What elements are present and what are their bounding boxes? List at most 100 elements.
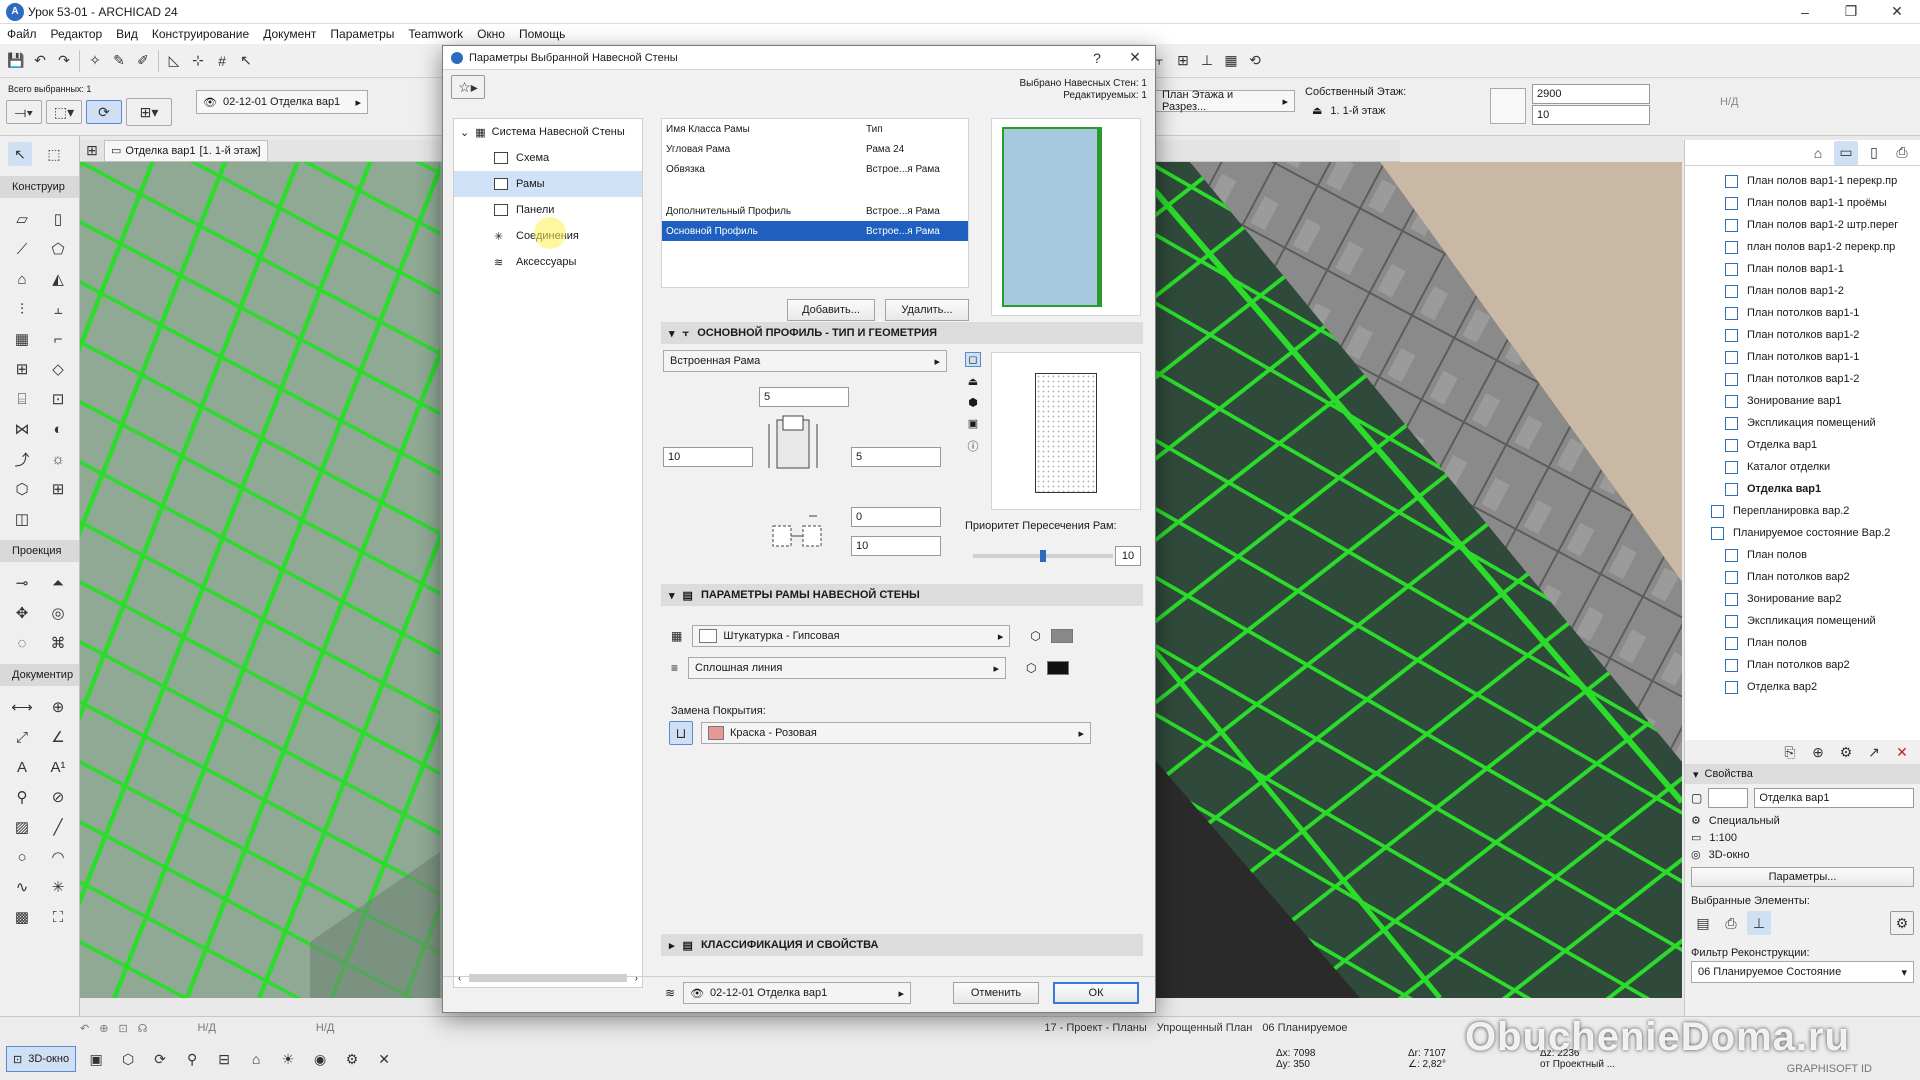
close-window-button[interactable]: ✕ [1874, 0, 1920, 24]
elevation-tool-icon[interactable]: ⏶ [40, 570, 76, 596]
delete-icon[interactable]: ✕ [1890, 740, 1914, 764]
arrow-tool-icon[interactable]: ↖ [8, 142, 32, 166]
circle-tool-icon[interactable]: ○ [4, 844, 40, 870]
layout-book-icon[interactable]: ▯ [1862, 141, 1886, 165]
settings-box-icon[interactable]: ⚙ [1890, 911, 1914, 935]
open-icon[interactable]: ↗ [1862, 740, 1886, 764]
height-field[interactable]: 2900 [1532, 84, 1650, 104]
beam-tool-icon[interactable]: ⟋ [4, 236, 40, 262]
tab-overview-icon[interactable]: ⊞ [80, 139, 104, 163]
skylight-tool-icon[interactable]: ◇ [40, 356, 76, 382]
publisher-icon[interactable]: ⎙ [1890, 141, 1914, 165]
delete-button[interactable]: Удалить... [885, 299, 969, 321]
orbit-icon[interactable]: ⟳ [148, 1047, 172, 1071]
cancel-button[interactable]: Отменить [953, 982, 1039, 1004]
navigator-item[interactable]: План потолков вар2 [1725, 654, 1920, 676]
priority-slider[interactable] [973, 550, 1113, 562]
magic-wand-icon[interactable]: ✧ [83, 49, 107, 73]
sun-icon[interactable]: ☀ [276, 1047, 300, 1071]
navigator-item[interactable]: План потолков вар1-1 [1725, 302, 1920, 324]
snap-icon[interactable]: ⊹ [186, 49, 210, 73]
railing-tool-icon[interactable]: ⫠ [40, 296, 76, 322]
home-story-value[interactable]: 1. 1-й этаж [1330, 105, 1385, 117]
section-tool-icon[interactable]: ⊸ [4, 570, 40, 596]
navigator-item[interactable]: План полов [1725, 544, 1920, 566]
figure-tool-icon[interactable]: ▩ [4, 904, 40, 930]
navigator-item[interactable]: План полов вар1-2 [1725, 280, 1920, 302]
grid-snap-icon[interactable]: # [210, 49, 234, 73]
dialog-close-button[interactable]: ✕ [1115, 46, 1155, 70]
toolbox-section-document[interactable]: Документир [0, 664, 79, 686]
pick-up-icon[interactable]: ✎ [107, 49, 131, 73]
navigator-item[interactable]: Планируемое состояние Вар.2 [1711, 522, 1920, 544]
table-row[interactable]: Угловая Рама Рама 24 [662, 139, 968, 159]
add-button[interactable]: Добавить... [787, 299, 875, 321]
zoom-field[interactable]: Н/Д [197, 1022, 215, 1034]
save-icon[interactable]: 💾 [4, 49, 28, 73]
tree-item-frames[interactable]: Рамы [454, 171, 642, 197]
table-row[interactable]: Дополнительный Профиль Встрое...я Рама [662, 201, 968, 221]
hotspot-tool-icon[interactable]: ✳ [40, 874, 76, 900]
redo-icon[interactable]: ↷ [52, 49, 76, 73]
cube-outline-icon[interactable]: ⬡ [1030, 629, 1040, 643]
navigator-item[interactable]: Перепланировка вар.2 [1711, 500, 1920, 522]
angle-dim-tool-icon[interactable]: ∠ [40, 724, 76, 750]
undo-icon[interactable]: ↶ [28, 49, 52, 73]
opening-tool-icon[interactable]: ◫ [4, 506, 40, 532]
settings-icon[interactable]: ⊞▾ [126, 98, 172, 126]
menu-view[interactable]: Вид [109, 24, 145, 44]
fill-ref-tool-icon[interactable]: ⊘ [40, 784, 76, 810]
layer-combo[interactable]: 👁 02-12-01 Отделка вар1 ▸ [196, 90, 368, 114]
marker-icon[interactable]: ⊥ [1747, 911, 1771, 935]
tree-root[interactable]: ⌄ ▦ Система Навесной Стены [454, 119, 642, 145]
object-tool-icon[interactable]: ⌸ [4, 386, 40, 412]
tree-item-accessories[interactable]: ≋ Аксессуары [454, 249, 642, 275]
lamp-tool-icon[interactable]: ☼ [40, 446, 76, 472]
selection-method-icon[interactable]: ⬚▾ [46, 100, 82, 124]
fill-tool-icon[interactable]: ▨ [4, 814, 40, 840]
3d-box-icon[interactable]: ⬢ [968, 396, 978, 409]
scroll-right-icon[interactable]: › [635, 973, 638, 984]
measure-icon[interactable]: ✕ [372, 1047, 396, 1071]
radial-dim-tool-icon[interactable]: ⤢ [4, 724, 40, 750]
interior-tool-icon[interactable]: ✥ [4, 600, 40, 626]
section-params-header[interactable]: ▾ ▤ ПАРАМЕТРЫ РАМЫ НАВЕСНОЙ СТЕНЫ [661, 584, 1143, 606]
view-map-icon[interactable]: ▭ [1834, 140, 1858, 165]
worksheet-tool-icon[interactable]: ◎ [40, 600, 76, 626]
slab-tool-icon[interactable]: ⬠ [40, 236, 76, 262]
arc-tool-icon[interactable]: ◠ [40, 844, 76, 870]
stair-tool-icon[interactable]: ⫶ [4, 296, 40, 322]
zoom-fit-icon[interactable]: ⊡ [118, 1022, 127, 1035]
curtain-wall-tool-icon[interactable]: ▦ [4, 326, 40, 352]
camera-icon[interactable]: ◉ [308, 1047, 332, 1071]
guide-line-icon[interactable]: ◺ [162, 49, 186, 73]
dimension-tool-icon[interactable]: ⟷ [4, 694, 40, 720]
maximize-button[interactable]: ❐ [1828, 0, 1874, 24]
cube-tool-icon[interactable]: ⬡ [4, 476, 40, 502]
navigator-item[interactable]: План полов [1725, 632, 1920, 654]
menu-edit[interactable]: Редактор [44, 24, 110, 44]
morph-tool-icon[interactable]: ◐ [40, 416, 76, 442]
rotate-icon[interactable]: ⟳ [86, 100, 122, 124]
zone-tool-icon[interactable]: ⊡ [40, 386, 76, 412]
height-icon[interactable] [1490, 88, 1526, 124]
line-type-combo[interactable]: Сплошная линия ▸ [688, 657, 1007, 679]
renovation-combo[interactable]: 06 Планируемое Состояние ▾ [1691, 961, 1914, 983]
quick-option-plan[interactable]: Упрощенный План [1157, 1022, 1253, 1034]
cube-icon[interactable]: ⬡ [116, 1047, 140, 1071]
priority-value[interactable]: 10 [1115, 546, 1141, 566]
navigator-item[interactable]: План полов вар1-1 [1725, 258, 1920, 280]
properties-header[interactable]: ▾ Свойства [1685, 764, 1920, 784]
dim-right-field[interactable]: 5 [851, 447, 941, 467]
navigator-item[interactable]: Зонирование вар1 [1725, 390, 1920, 412]
offset1-field[interactable]: 0 [851, 507, 941, 527]
navigator-item[interactable]: Экспликация помещений [1725, 610, 1920, 632]
menu-document[interactable]: Документ [256, 24, 323, 44]
view-tab-floorplan[interactable]: ▭ Отделка вар1 [1. 1-й этаж] [104, 139, 268, 162]
quick-option-view[interactable]: 17 - Проект - Планы [1044, 1022, 1146, 1034]
section-plane-icon[interactable]: ⊟ [212, 1047, 236, 1071]
camera-tool-icon[interactable]: ⌘ [40, 630, 76, 656]
menu-help[interactable]: Помощь [512, 24, 572, 44]
shell-tool-icon[interactable]: ◭ [40, 266, 76, 292]
detail-tool-icon[interactable]: ◌ [4, 630, 40, 656]
